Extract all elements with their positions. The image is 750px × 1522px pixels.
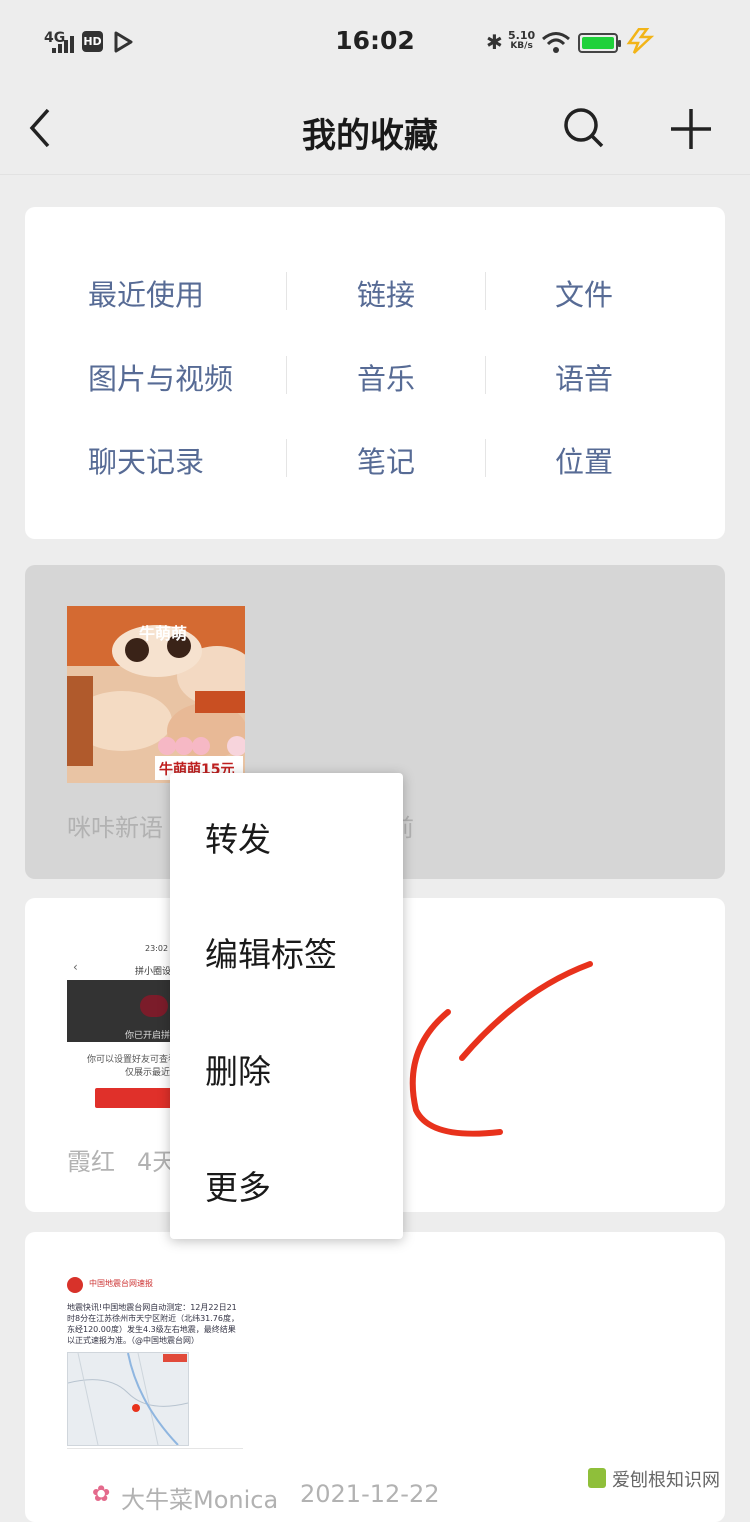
nav-bar: 我的收藏 (0, 86, 750, 175)
bluetooth-icon: ✱ (486, 30, 503, 54)
category-files[interactable]: 文件 (555, 272, 613, 314)
thumbnail-map (67, 1352, 189, 1446)
favorite-source: 大牛菜Monica (121, 1486, 279, 1514)
menu-item-forward[interactable]: 转发 (205, 813, 271, 861)
sakura-icon: ✿ (92, 1482, 111, 1507)
watermark-text: 爱刨根知识网 (612, 1470, 720, 1491)
divider (286, 272, 287, 310)
speed-unit: KB/s (510, 41, 533, 51)
thumbnail-back-icon: ‹ (73, 960, 78, 974)
favorite-date: 2021-12-22 (300, 1480, 440, 1508)
thumbnail-status-time: 23:02 (145, 944, 169, 953)
menu-item-delete[interactable]: 删除 (205, 1045, 271, 1093)
thumbnail-body: 地震快讯!中国地震台网自动测定：12月22日21时8分在江苏徐州市天宁区附近（北… (67, 1303, 239, 1345)
divider (286, 439, 287, 477)
menu-item-more[interactable]: 更多 (205, 1161, 271, 1209)
thumbnail-map-badge (163, 1354, 187, 1362)
menu-item-edit-tags[interactable]: 编辑标签 (205, 928, 337, 976)
charging-icon (626, 28, 655, 54)
category-notes[interactable]: 笔记 (357, 439, 415, 481)
page-title: 我的收藏 (302, 116, 438, 156)
favorite-thumbnail: 牛萌萌 牛萌萌15元 (67, 606, 245, 783)
favorite-thumbnail: 中国地震台网速报 地震快讯!中国地震台网自动测定：12月22日21时8分在江苏徐… (67, 1272, 243, 1450)
category-location[interactable]: 位置 (555, 439, 613, 481)
category-recent[interactable]: 最近使用 (88, 272, 204, 314)
divider (67, 1448, 243, 1449)
thumbnail-text: 你已开启拼 (125, 1031, 171, 1041)
category-chat-history[interactable]: 聊天记录 (88, 439, 204, 481)
thumbnail-avatar (67, 1277, 83, 1293)
thumbnail-logo (140, 995, 168, 1017)
favorite-source: 咪咔新语 (67, 814, 163, 842)
thumbnail-text: 仅展示最近 (125, 1068, 171, 1078)
speed-value: 5.10 (508, 29, 536, 42)
add-icon[interactable] (668, 106, 714, 152)
divider (485, 356, 486, 394)
search-icon[interactable] (560, 104, 606, 150)
category-music[interactable]: 音乐 (357, 356, 415, 398)
wifi-icon (542, 32, 570, 53)
watermark-logo (588, 1468, 606, 1488)
category-links[interactable]: 链接 (357, 272, 415, 314)
context-menu: 转发 编辑标签 删除 更多 (170, 773, 403, 1239)
thumbnail-brand: 牛萌萌 (139, 624, 188, 643)
divider (485, 439, 486, 477)
favorite-source: 霞红 (67, 1148, 115, 1176)
annotation-arrow-icon (409, 961, 593, 1137)
status-bar: 4G HD 16:02 ✱ 5.10 KB/s (0, 0, 750, 86)
divider (286, 356, 287, 394)
category-photos-videos[interactable]: 图片与视频 (88, 356, 233, 398)
thumbnail-text: 你可以设置好友可查看 (87, 1055, 178, 1065)
battery-icon (578, 33, 621, 53)
category-voice[interactable]: 语音 (555, 356, 613, 398)
divider (485, 272, 486, 310)
network-speed: 5.10 KB/s (508, 30, 535, 52)
thumbnail-header: 中国地震台网速报 (89, 1279, 153, 1288)
